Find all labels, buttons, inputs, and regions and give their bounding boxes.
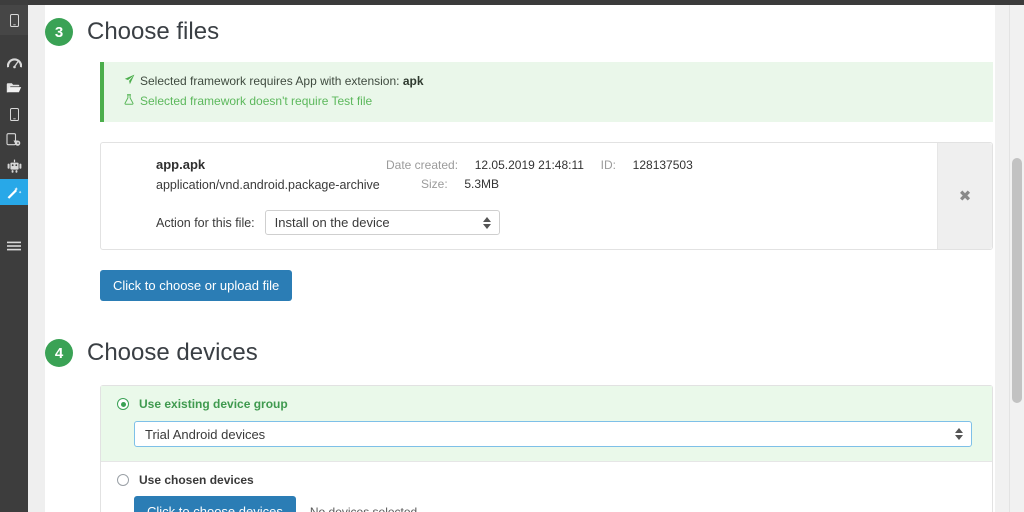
device-group-select[interactable]: Trial Android devices — [134, 421, 972, 447]
file-card: app.apk application/vnd.android.package-… — [100, 142, 993, 250]
alert-text-app-extension: Selected framework requires App with ext… — [140, 74, 424, 88]
file-identity: app.apk application/vnd.android.package-… — [101, 157, 386, 196]
file-meta-line-date: Date created: 12.05.2019 21:48:11 ID: 12… — [386, 158, 693, 172]
framework-requirements-alert: Selected framework requires App with ext… — [100, 62, 993, 122]
mobile-icon — [9, 13, 19, 27]
sidebar-item-test-run[interactable] — [0, 179, 28, 205]
alert-text-prefix: Selected framework requires App with ext… — [140, 74, 403, 88]
existing-group-radio-row[interactable]: Use existing device group — [117, 397, 976, 411]
left-gutter — [28, 5, 45, 512]
flask-icon — [124, 94, 140, 105]
radio-use-chosen-devices[interactable] — [117, 474, 129, 486]
device-option-existing-group[interactable]: Use existing device group Trial Android … — [101, 386, 992, 462]
file-size-label: Size: — [421, 177, 448, 191]
sidebar-item-device-sessions[interactable] — [0, 127, 28, 153]
upload-button-wrap: Click to choose or upload file — [100, 270, 995, 301]
file-action-select[interactable]: Install on the device — [264, 210, 500, 235]
label-use-chosen-devices: Use chosen devices — [139, 473, 254, 487]
file-size-value: 5.3MB — [464, 177, 500, 191]
magic-wand-icon — [6, 184, 22, 200]
device-option-chosen-devices[interactable]: Use chosen devices Click to choose devic… — [101, 462, 992, 512]
close-icon: ✖ — [958, 188, 972, 205]
sidebar-item-device-top-icon[interactable] — [0, 5, 28, 35]
device-tag-icon — [6, 133, 22, 147]
page-title-choose-devices: Choose devices — [87, 339, 258, 366]
sidebar-item-devices[interactable] — [0, 101, 28, 127]
chosen-devices-note: No devices selected — [309, 504, 418, 512]
file-id-label: ID: — [600, 158, 616, 172]
chevron-updown-icon — [955, 428, 963, 440]
main-content: 3 Choose files Selected framework requir… — [45, 5, 995, 512]
date-created-label: Date created: — [386, 158, 459, 172]
file-id-value: 128137503 — [632, 158, 693, 172]
gauge-icon — [6, 56, 22, 69]
robot-icon — [7, 159, 22, 173]
sidebar-item-files[interactable] — [0, 75, 28, 101]
alert-line-app-extension: Selected framework requires App with ext… — [124, 74, 977, 88]
chosen-devices-radio-row[interactable]: Use chosen devices — [117, 473, 976, 487]
sidebar-item-menu[interactable] — [0, 233, 28, 259]
chosen-devices-row: Click to choose devices No devices selec… — [134, 496, 976, 512]
mobile-icon — [9, 107, 19, 121]
file-action-row: Action for this file: Install on the dev… — [101, 210, 937, 235]
chevron-updown-icon — [482, 216, 491, 229]
file-card-body: app.apk application/vnd.android.package-… — [101, 143, 937, 249]
hamburger-icon — [7, 241, 21, 251]
file-mime-type: application/vnd.android.package-archive — [156, 178, 380, 192]
file-card-info-row: app.apk application/vnd.android.package-… — [101, 157, 937, 196]
date-created-value: 12.05.2019 21:48:11 — [474, 158, 584, 172]
section-header-choose-devices: 4 Choose devices — [45, 339, 995, 367]
label-use-existing-device-group: Use existing device group — [139, 397, 288, 411]
remove-file-button[interactable]: ✖ — [937, 143, 992, 249]
file-action-selected-value: Install on the device — [274, 215, 390, 230]
sidebar-item-android[interactable] — [0, 153, 28, 179]
choose-devices-button[interactable]: Click to choose devices — [134, 496, 296, 512]
alert-text-extension: apk — [402, 74, 424, 88]
file-name: app.apk — [156, 157, 206, 172]
folder-icon — [6, 82, 22, 94]
page-scrollbar-thumb[interactable] — [1012, 158, 1022, 403]
paper-plane-icon — [124, 74, 140, 85]
file-action-label: Action for this file: — [156, 215, 255, 230]
sidebar-item-dashboard[interactable] — [0, 49, 28, 75]
step-badge-3: 3 — [45, 18, 73, 46]
file-metadata: Date created: 12.05.2019 21:48:11 ID: 12… — [386, 157, 693, 196]
device-group-selected-value: Trial Android devices — [145, 426, 266, 442]
device-selection-panel: Use existing device group Trial Android … — [100, 385, 993, 512]
alert-text-test-file: Selected framework doesn't require Test … — [140, 94, 373, 108]
step-badge-4: 4 — [45, 339, 73, 367]
page-scrollbar-track[interactable] — [1009, 5, 1024, 512]
radio-use-existing-device-group[interactable] — [117, 398, 129, 410]
sidebar-rail — [0, 0, 28, 512]
file-meta-line-size: Size: 5.3MB — [386, 177, 693, 191]
upload-file-button[interactable]: Click to choose or upload file — [100, 270, 293, 301]
app-window: 3 Choose files Selected framework requir… — [0, 0, 1024, 512]
page-title-choose-files: Choose files — [87, 18, 220, 45]
section-header-choose-files: 3 Choose files — [45, 18, 995, 46]
alert-line-test-file: Selected framework doesn't require Test … — [124, 94, 977, 108]
